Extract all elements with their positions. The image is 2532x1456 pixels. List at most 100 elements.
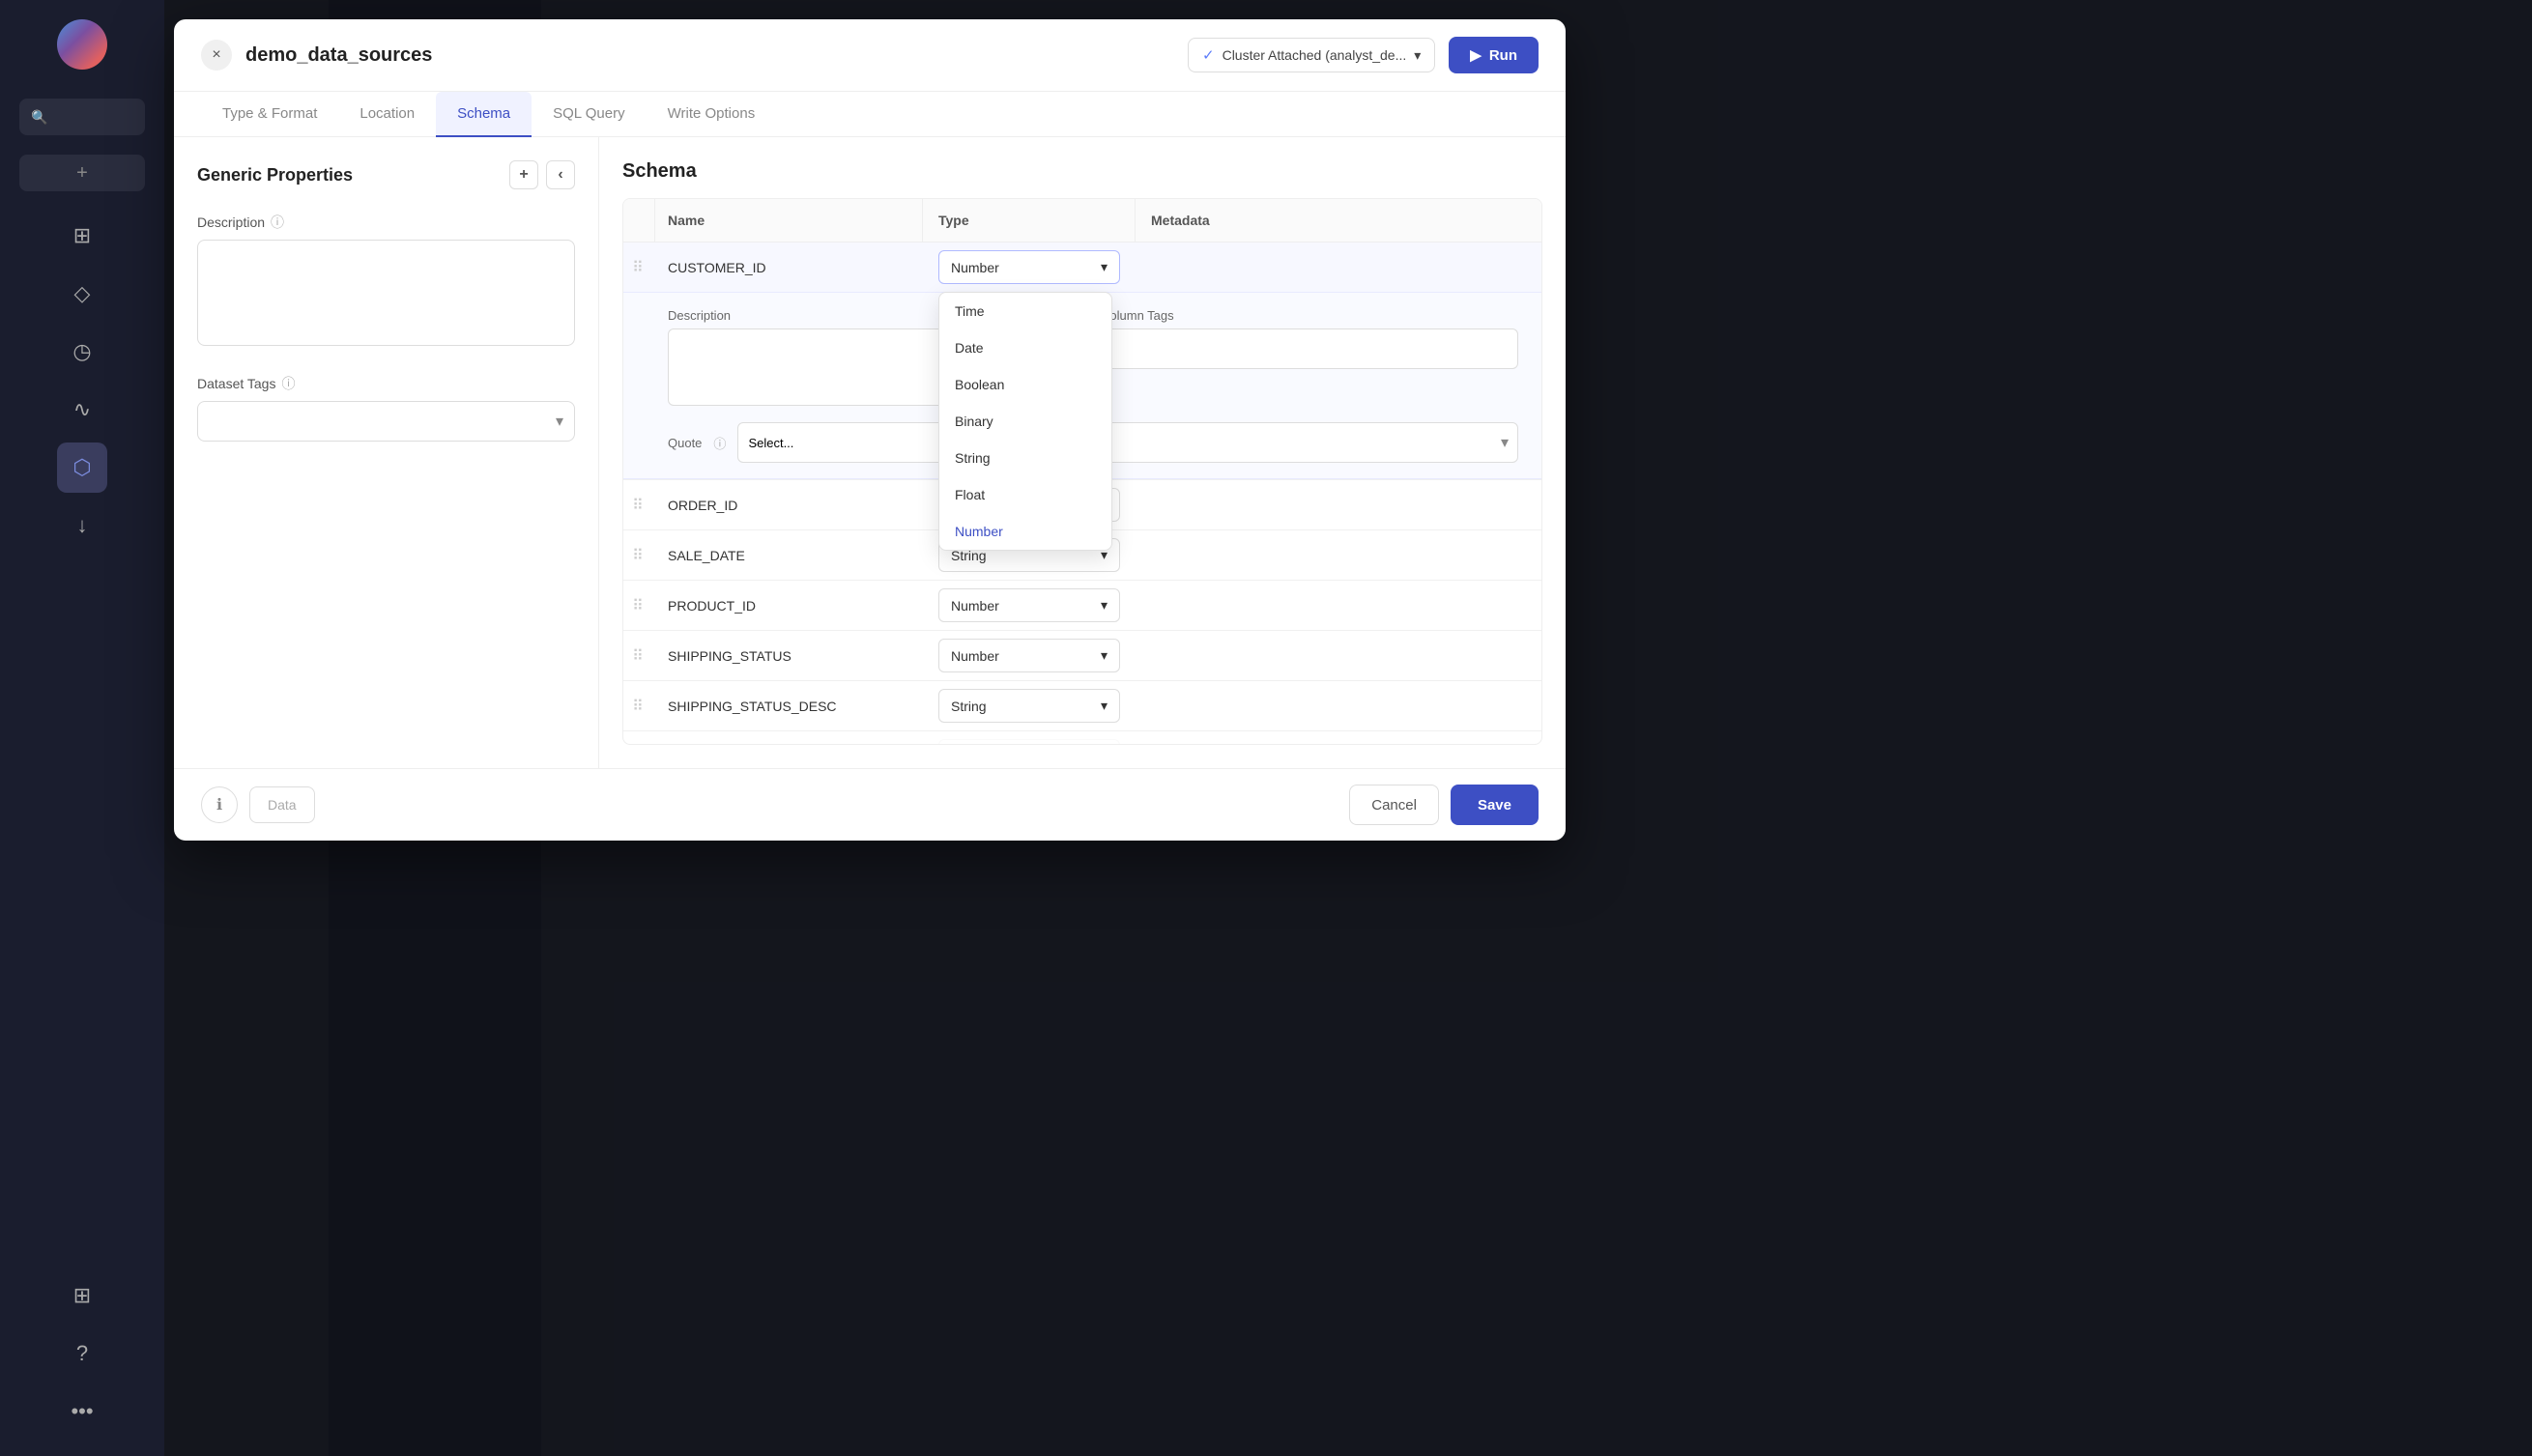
type-option-binary[interactable]: Binary: [939, 403, 1111, 440]
type-option-string[interactable]: String: [939, 440, 1111, 476]
customer-id-type-select[interactable]: Number ▾: [938, 250, 1120, 284]
generic-properties-panel: Generic Properties + ‹ Description ⓘ Dat…: [174, 137, 599, 768]
shipping-status-meta: [1136, 648, 1541, 664]
type-option-number[interactable]: Number: [939, 513, 1111, 550]
drag-handle-icon[interactable]: ⠿: [623, 258, 652, 277]
product-id-type-cell: Number ▾: [923, 581, 1136, 630]
sidebar-item-help[interactable]: ?: [57, 1328, 107, 1379]
shipping-status-desc-meta: [1136, 699, 1541, 714]
schema-table: Name Type Metadata ⠿ CUSTOMER_ID Number: [622, 198, 1542, 745]
more-row-name: [652, 743, 923, 745]
footer-right: Cancel Save: [1349, 785, 1539, 825]
description-textarea[interactable]: [197, 240, 575, 346]
product-id-meta: [1136, 598, 1541, 614]
dialog-tabs: Type & Format Location Schema SQL Query …: [174, 92, 1566, 137]
drag-handle-icon[interactable]: ⠿: [623, 596, 652, 615]
main-dialog: × demo_data_sources ✓ Cluster Attached (…: [174, 19, 1566, 841]
drag-handle-icon[interactable]: ⠿: [623, 496, 652, 515]
add-button[interactable]: +: [19, 155, 145, 191]
table-row: ⠿ CUSTOMER_ID Number ▾ Time Dat: [623, 243, 1541, 480]
type-option-boolean[interactable]: Boolean: [939, 366, 1111, 403]
schema-title: Schema: [622, 160, 1542, 183]
product-id-name: PRODUCT_ID: [652, 585, 923, 627]
sidebar: 🔍 + ⊞ ◇ ◷ ∿ ⬡ ↓ ⊞ ? •••: [0, 0, 164, 1456]
shipping-status-type-select[interactable]: Number ▾: [938, 639, 1120, 672]
schema-table-header: Name Type Metadata: [623, 199, 1541, 243]
sidebar-item-download[interactable]: ↓: [57, 500, 107, 551]
schema-panel: Schema Name Type Metadata ⠿ CUSTOMER_ID: [599, 137, 1566, 768]
cluster-check-icon: ✓: [1202, 46, 1215, 64]
sidebar-item-grid[interactable]: ⊞: [57, 1270, 107, 1321]
customer-id-type-cell: Number ▾ Time Date Boolean Binary String: [923, 243, 1136, 292]
run-play-icon: ▶: [1470, 46, 1482, 64]
expanded-column-tags-input[interactable]: [1101, 328, 1518, 369]
order-id-meta: [1136, 498, 1541, 513]
save-button[interactable]: Save: [1451, 785, 1539, 825]
generic-properties-title: Generic Properties + ‹: [197, 160, 575, 189]
drag-handle-icon[interactable]: ⠿: [623, 697, 652, 716]
sidebar-item-more[interactable]: •••: [57, 1386, 107, 1437]
tab-write-options[interactable]: Write Options: [647, 92, 777, 137]
sale-date-name: SALE_DATE: [652, 534, 923, 577]
shipping-status-name: SHIPPING_STATUS: [652, 635, 923, 677]
expanded-quote-label: Quote: [668, 436, 702, 450]
drag-handle-icon[interactable]: ⠿: [623, 546, 652, 565]
sale-date-meta: [1136, 548, 1541, 563]
add-property-button[interactable]: +: [509, 160, 538, 189]
sidebar-item-home[interactable]: ⊞: [57, 211, 107, 261]
sidebar-search[interactable]: 🔍: [19, 99, 145, 135]
search-input-placeholder: 🔍: [31, 109, 47, 126]
quote-select[interactable]: Select...: [737, 422, 1518, 463]
generic-properties-actions: + ‹: [509, 160, 575, 189]
collapse-panel-button[interactable]: ‹: [546, 160, 575, 189]
tab-type-format[interactable]: Type & Format: [201, 92, 338, 137]
more-row-type: ▾: [923, 731, 1136, 744]
type-chevron-icon: ▾: [1101, 597, 1108, 614]
tab-schema[interactable]: Schema: [436, 92, 532, 137]
quote-select-wrapper: Select... ▾: [737, 422, 1518, 463]
table-row: ⠿ SHIPPING_STATUS_DESC String ▾: [623, 681, 1541, 731]
customer-id-meta: [1136, 260, 1541, 275]
shipping-status-desc-type-cell: String ▾: [923, 681, 1136, 730]
drag-handle-icon[interactable]: ⠿: [623, 646, 652, 666]
type-option-time[interactable]: Time: [939, 293, 1111, 329]
schema-rows: ⠿ CUSTOMER_ID Number ▾ Time Dat: [623, 243, 1541, 744]
more-type-select[interactable]: ▾: [938, 739, 1120, 744]
sidebar-item-clock[interactable]: ◷: [57, 327, 107, 377]
description-label: Description ⓘ: [197, 213, 575, 232]
cluster-label: Cluster Attached (analyst_de...: [1223, 47, 1407, 63]
col-header-type: Type: [923, 199, 1136, 242]
table-row: ⠿ SHIPPING_STATUS Number ▾: [623, 631, 1541, 681]
col-header-metadata: Metadata: [1136, 199, 1541, 242]
customer-id-name: CUSTOMER_ID: [652, 246, 923, 289]
product-id-type-select[interactable]: Number ▾: [938, 588, 1120, 622]
dataset-tags-select[interactable]: [197, 401, 575, 442]
sidebar-item-bookmark[interactable]: ◇: [57, 269, 107, 319]
cancel-button[interactable]: Cancel: [1349, 785, 1439, 825]
dataset-tags-info-icon: ⓘ: [281, 374, 295, 393]
cluster-chevron-icon: ▾: [1414, 47, 1421, 64]
shipping-status-type-cell: Number ▾: [923, 631, 1136, 680]
customer-id-row: ⠿ CUSTOMER_ID Number ▾ Time Dat: [623, 243, 1541, 293]
cluster-badge[interactable]: ✓ Cluster Attached (analyst_de... ▾: [1188, 38, 1435, 72]
description-info-icon: ⓘ: [271, 213, 284, 232]
dataset-tags-section: Dataset Tags ⓘ ▾: [197, 374, 575, 442]
type-chevron-icon: ▾: [1101, 698, 1108, 714]
sidebar-item-analytics[interactable]: ∿: [57, 385, 107, 435]
sidebar-item-nodes[interactable]: ⬡: [57, 443, 107, 493]
sidebar-nav: ⊞ ◇ ◷ ∿ ⬡ ↓: [57, 211, 107, 551]
tab-location[interactable]: Location: [338, 92, 436, 137]
dialog-header-right: ✓ Cluster Attached (analyst_de... ▾ ▶ Ru…: [1188, 37, 1539, 73]
close-button[interactable]: ×: [201, 40, 232, 71]
data-button[interactable]: Data: [249, 786, 315, 823]
dialog-header: × demo_data_sources ✓ Cluster Attached (…: [174, 19, 1566, 92]
col-header-name: Name: [652, 199, 923, 242]
shipping-status-desc-type-select[interactable]: String ▾: [938, 689, 1120, 723]
quote-info-icon: ⓘ: [713, 434, 726, 452]
type-option-float[interactable]: Float: [939, 476, 1111, 513]
type-option-date[interactable]: Date: [939, 329, 1111, 366]
info-button[interactable]: ℹ: [201, 786, 238, 823]
run-button[interactable]: ▶ Run: [1449, 37, 1539, 73]
tab-sql-query[interactable]: SQL Query: [532, 92, 646, 137]
description-section: Description ⓘ: [197, 213, 575, 351]
